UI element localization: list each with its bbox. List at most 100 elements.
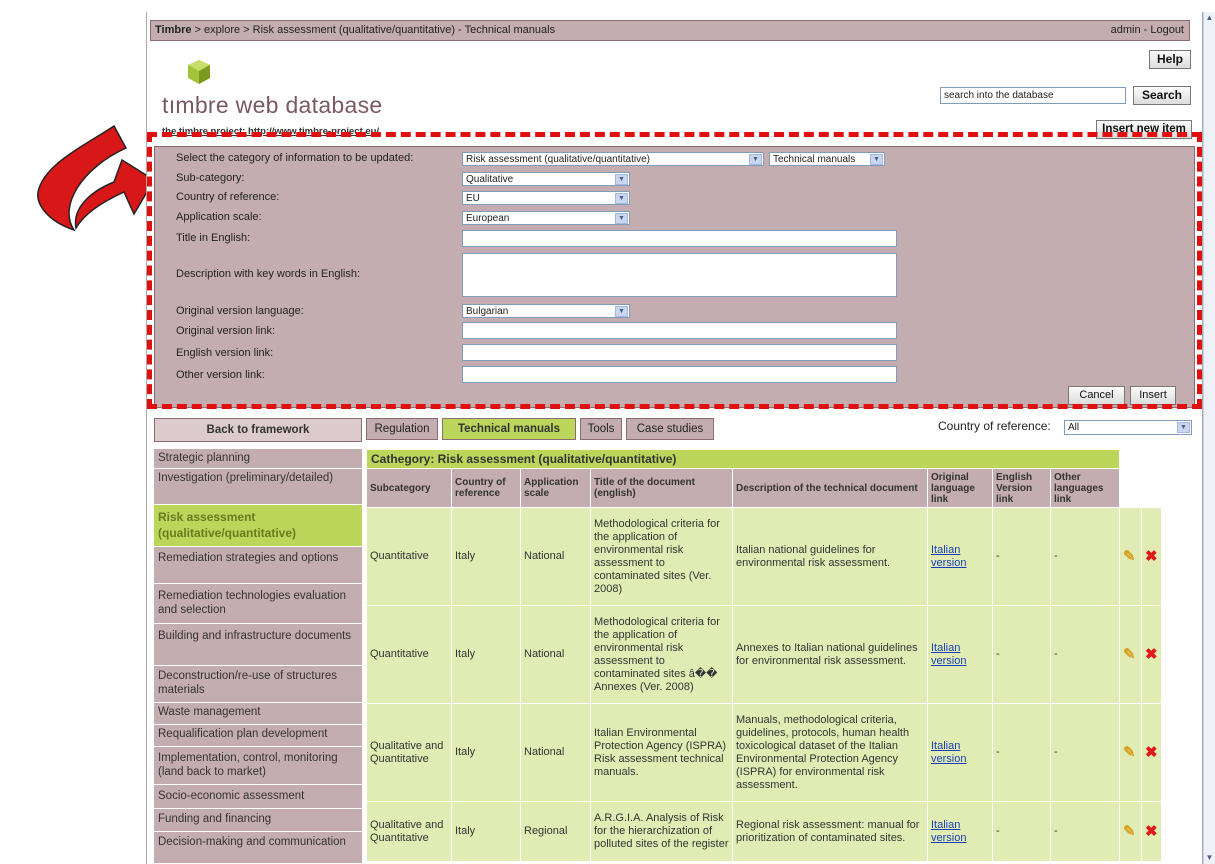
project-link[interactable]: the timbre project: http://www.timbre-pr… bbox=[162, 126, 379, 137]
tab-tools[interactable]: Tools bbox=[580, 418, 622, 440]
search-input[interactable]: search into the database bbox=[940, 87, 1126, 104]
sidebar-item-waste-management[interactable]: Waste management bbox=[154, 703, 362, 725]
subcategory-select[interactable]: Qualitative ▼ bbox=[462, 172, 630, 186]
original-language-link[interactable]: Italian version bbox=[931, 544, 966, 569]
breadcrumb-root-link[interactable]: Timbre bbox=[155, 24, 191, 36]
delete-cell[interactable]: ✖ bbox=[1141, 605, 1162, 704]
breadcrumb-path: > explore > Risk assessment (qualitative… bbox=[191, 24, 556, 36]
chevron-down-icon: ▼ bbox=[870, 154, 883, 165]
scroll-down-icon[interactable]: ▼ bbox=[1204, 852, 1215, 864]
country-filter-select[interactable]: All ▼ bbox=[1064, 420, 1192, 435]
edit-cell[interactable]: ✎ bbox=[1119, 703, 1142, 802]
help-button[interactable]: Help bbox=[1149, 50, 1191, 69]
pencil-icon[interactable]: ✎ bbox=[1123, 823, 1136, 840]
sidebar-item-remediation-technologies[interactable]: Remediation technologies evaluation and … bbox=[154, 584, 362, 624]
cell-original-link: Italian version bbox=[927, 507, 993, 606]
cell-country: Italy bbox=[451, 605, 521, 704]
tab-case-studies[interactable]: Case studies bbox=[626, 418, 714, 440]
table-row: Qualitative and Quantitative Italy Natio… bbox=[366, 703, 1162, 802]
edit-cell[interactable]: ✎ bbox=[1119, 605, 1142, 704]
delete-icon[interactable]: ✖ bbox=[1145, 548, 1158, 565]
category-select[interactable]: Risk assessment (qualitative/quantitativ… bbox=[462, 152, 764, 166]
cell-country: Italy bbox=[451, 801, 521, 862]
cell-scale: National bbox=[520, 507, 591, 606]
sidebar-item-funding[interactable]: Funding and financing bbox=[154, 809, 362, 832]
sidebar-item-requalification[interactable]: Requalification plan development bbox=[154, 725, 362, 747]
column-header: English Version link bbox=[992, 468, 1051, 508]
back-to-framework-button[interactable]: Back to framework bbox=[154, 418, 362, 442]
description-textarea[interactable] bbox=[462, 253, 897, 297]
sidebar-item-strategic-planning[interactable]: Strategic planning bbox=[154, 449, 362, 469]
english-link-input[interactable] bbox=[462, 344, 897, 361]
column-header: Subcategory bbox=[366, 468, 452, 508]
scale-select[interactable]: European ▼ bbox=[462, 211, 630, 225]
table-row: Quantitative Italy National Methodologic… bbox=[366, 605, 1162, 704]
sidebar-item-building-infrastructure[interactable]: Building and infrastructure documents bbox=[154, 624, 362, 666]
pencil-icon[interactable]: ✎ bbox=[1123, 646, 1136, 663]
cancel-button[interactable]: Cancel bbox=[1068, 386, 1125, 405]
breadcrumb: Timbre > explore > Risk assessment (qual… bbox=[150, 20, 1190, 41]
search-button[interactable]: Search bbox=[1133, 86, 1191, 105]
delete-cell[interactable]: ✖ bbox=[1141, 507, 1162, 606]
sidebar-item-socio-economic[interactable]: Socio-economic assessment bbox=[154, 785, 362, 809]
cell-description: Regional risk assessment: manual for pri… bbox=[732, 801, 928, 862]
column-header: Title of the document (english) bbox=[590, 468, 733, 508]
logo-title: tımbre web database bbox=[162, 92, 383, 118]
edit-cell[interactable]: ✎ bbox=[1119, 507, 1142, 606]
language-select[interactable]: Bulgarian ▼ bbox=[462, 304, 630, 318]
chevron-down-icon: ▼ bbox=[1177, 422, 1190, 433]
delete-cell[interactable]: ✖ bbox=[1141, 703, 1162, 802]
tab-regulation[interactable]: Regulation bbox=[366, 418, 438, 440]
country-label: Country of reference: bbox=[176, 191, 280, 203]
sidebar-item-decision-making[interactable]: Decision-making and communication bbox=[154, 832, 362, 864]
sidebar-item-implementation[interactable]: Implementation, control, monitoring (lan… bbox=[154, 747, 362, 785]
cell-other-link: - bbox=[1050, 605, 1120, 704]
scroll-up-icon[interactable]: ▲ bbox=[1204, 12, 1215, 24]
english-link-label: English version link: bbox=[176, 347, 274, 359]
insert-new-item-button[interactable]: Insert new item bbox=[1096, 120, 1192, 139]
delete-cell[interactable]: ✖ bbox=[1141, 801, 1162, 862]
column-header: Application scale bbox=[520, 468, 591, 508]
cell-scale: Regional bbox=[520, 801, 591, 862]
cell-subcategory: Quantitative bbox=[366, 605, 452, 704]
sidebar-item-deconstruction[interactable]: Deconstruction/re-use of structures mate… bbox=[154, 666, 362, 703]
cell-original-link: Italian version bbox=[927, 605, 993, 704]
country-filter-label: Country of reference: bbox=[938, 419, 1051, 433]
cell-country: Italy bbox=[451, 507, 521, 606]
tab-technical-manuals[interactable]: Technical manuals bbox=[442, 418, 576, 440]
cell-other-link: - bbox=[1050, 801, 1120, 862]
country-select[interactable]: EU ▼ bbox=[462, 191, 630, 205]
original-link-input[interactable] bbox=[462, 322, 897, 339]
other-link-input[interactable] bbox=[462, 366, 897, 383]
insert-button[interactable]: Insert bbox=[1130, 386, 1176, 405]
original-link-label: Original version link: bbox=[176, 325, 276, 337]
original-language-link[interactable]: Italian version bbox=[931, 740, 966, 765]
table-header-row: Subcategory Country of reference Applica… bbox=[366, 468, 1162, 508]
type-select[interactable]: Technical manuals ▼ bbox=[769, 152, 885, 166]
user-logout-link[interactable]: admin - Logout bbox=[1111, 21, 1184, 40]
vertical-scrollbar[interactable]: ▲ ▼ bbox=[1203, 12, 1215, 864]
title-input[interactable] bbox=[462, 230, 897, 247]
language-label: Original version language: bbox=[176, 305, 304, 317]
scale-select-value: European bbox=[466, 213, 510, 224]
delete-icon[interactable]: ✖ bbox=[1145, 646, 1158, 663]
cell-title: Italian Environmental Protection Agency … bbox=[590, 703, 733, 802]
pencil-icon[interactable]: ✎ bbox=[1123, 548, 1136, 565]
original-language-link[interactable]: Italian version bbox=[931, 642, 966, 667]
sidebar-item-remediation-strategies[interactable]: Remediation strategies and options bbox=[154, 547, 362, 584]
category-caption: Cathegory: Risk assessment (qualitative/… bbox=[366, 449, 1120, 469]
cell-subcategory: Quantitative bbox=[366, 507, 452, 606]
pencil-icon[interactable]: ✎ bbox=[1123, 744, 1136, 761]
delete-icon[interactable]: ✖ bbox=[1145, 823, 1158, 840]
country-filter-value: All bbox=[1068, 422, 1080, 433]
sidebar-item-risk-assessment[interactable]: Risk assessment (qualitative/quantitativ… bbox=[154, 505, 362, 547]
cell-other-link: - bbox=[1050, 703, 1120, 802]
delete-icon[interactable]: ✖ bbox=[1145, 744, 1158, 761]
original-language-link[interactable]: Italian version bbox=[931, 819, 966, 844]
sidebar-item-investigation[interactable]: Investigation (preliminary/detailed) bbox=[154, 469, 362, 505]
column-header: Other languages link bbox=[1050, 468, 1120, 508]
category-label: Select the category of information to be… bbox=[176, 152, 414, 164]
cell-english-link: - bbox=[992, 801, 1051, 862]
edit-cell[interactable]: ✎ bbox=[1119, 801, 1142, 862]
cell-english-link: - bbox=[992, 703, 1051, 802]
